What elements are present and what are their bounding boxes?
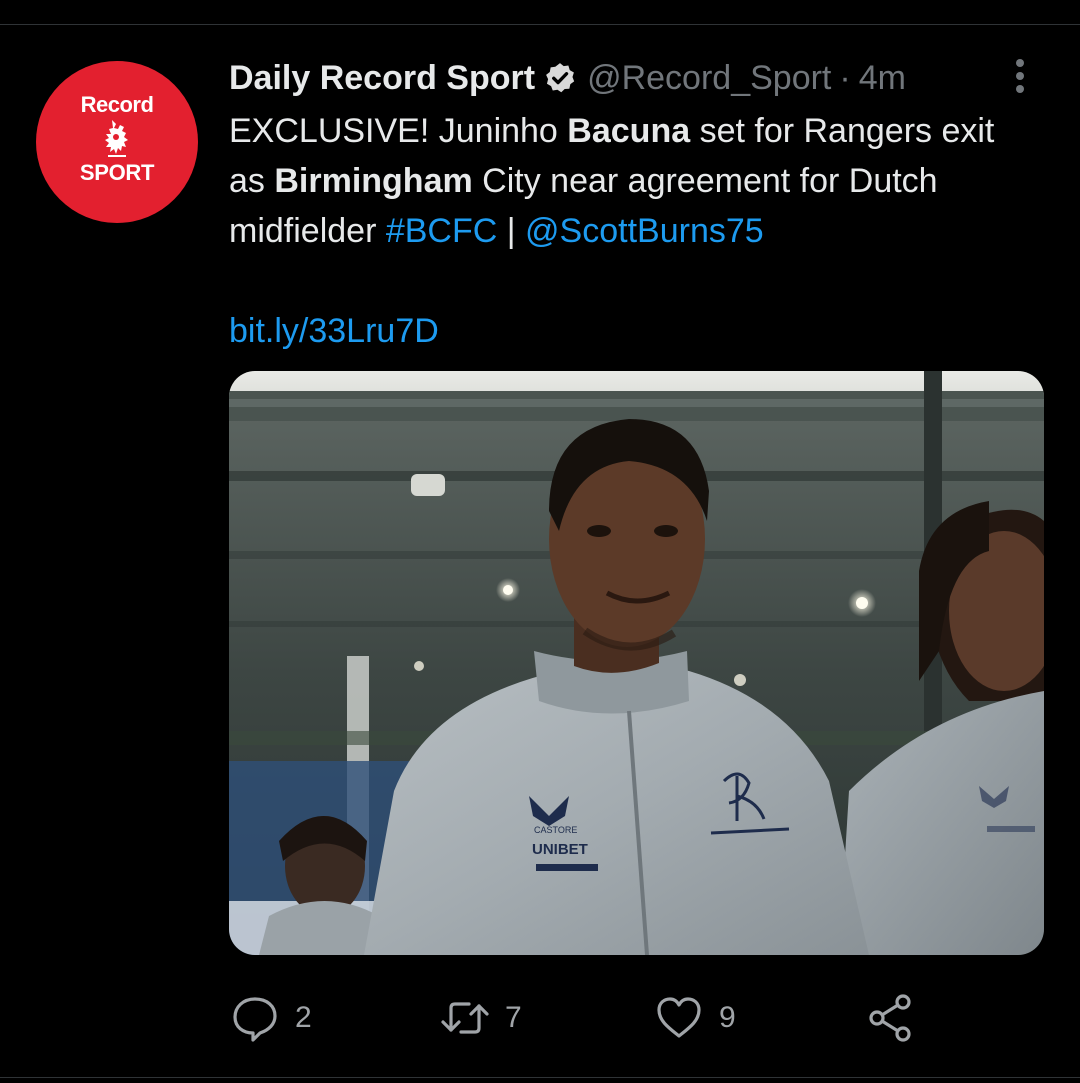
more-options-button[interactable] bbox=[1006, 56, 1034, 96]
share-icon bbox=[869, 994, 911, 1042]
author-handle[interactable]: @Record_Sport bbox=[587, 59, 831, 98]
top-divider bbox=[0, 24, 1080, 25]
avatar-text-record: Record bbox=[80, 92, 154, 117]
tweet-action-bar: 2 7 9 bbox=[229, 990, 1044, 1046]
tweet-text: EXCLUSIVE! Juninho Bacuna set for Ranger… bbox=[229, 106, 1029, 256]
bottom-divider bbox=[0, 1077, 1080, 1078]
stadium-photo: CASTORE UNIBET bbox=[229, 371, 1044, 955]
article-link[interactable]: bit.ly/33Lru7D bbox=[229, 306, 439, 356]
bold-keyword: Bacuna bbox=[567, 112, 691, 150]
avatar[interactable]: Record SPORT bbox=[36, 61, 198, 223]
avatar-text-sport: SPORT bbox=[79, 160, 155, 185]
separator-dot: · bbox=[839, 58, 851, 97]
reply-button[interactable]: 2 bbox=[229, 990, 312, 1046]
like-count: 9 bbox=[719, 1001, 736, 1034]
like-button[interactable]: 9 bbox=[653, 990, 736, 1046]
more-dot-icon bbox=[1016, 72, 1024, 80]
heart-icon bbox=[657, 997, 701, 1038]
tweet-media-photo[interactable]: CASTORE UNIBET bbox=[229, 371, 1044, 955]
jacket-sponsor-text: UNIBET bbox=[532, 841, 588, 858]
bold-keyword: Birmingham bbox=[274, 162, 473, 200]
tweet-text-part: EXCLUSIVE! Juninho bbox=[229, 112, 568, 150]
lion-rampant-icon bbox=[105, 120, 128, 157]
more-dot-icon bbox=[1016, 59, 1024, 67]
author-display-name[interactable]: Daily Record Sport bbox=[229, 59, 535, 98]
reply-count: 2 bbox=[295, 1001, 312, 1034]
tweet-header: Daily Record Sport @Record_Sport · 4m bbox=[229, 56, 906, 100]
jacket-brand-text: CASTORE bbox=[534, 825, 577, 835]
tweet-text-part: | bbox=[497, 212, 526, 250]
more-dot-icon bbox=[1016, 85, 1024, 93]
verified-badge-icon bbox=[546, 63, 575, 93]
tweet-timestamp[interactable]: 4m bbox=[859, 59, 906, 98]
mention-link[interactable]: @ScottBurns75 bbox=[525, 212, 764, 250]
retweet-button[interactable]: 7 bbox=[439, 990, 522, 1046]
reply-icon bbox=[233, 997, 277, 1042]
retweet-icon bbox=[441, 1002, 489, 1034]
hashtag-link[interactable]: #BCFC bbox=[386, 212, 497, 250]
share-button[interactable] bbox=[865, 990, 917, 1046]
retweet-count: 7 bbox=[505, 1001, 522, 1034]
